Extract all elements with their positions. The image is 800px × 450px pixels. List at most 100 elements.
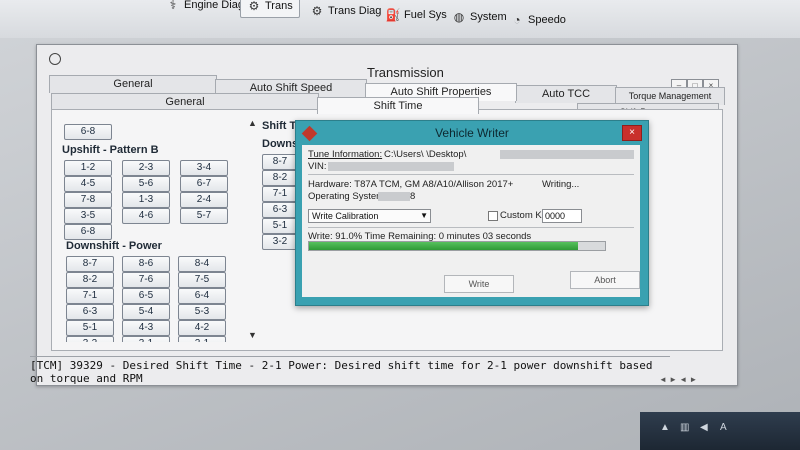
custom-key-checkbox[interactable]: [488, 211, 498, 221]
globe-icon: ◍: [453, 10, 465, 24]
downshift-power-button[interactable]: 8-6: [122, 256, 170, 272]
upshift-pattern-b-heading: Upshift - Pattern B: [62, 144, 159, 156]
divider: [308, 174, 634, 175]
shift-time-button[interactable]: 6-3: [262, 202, 298, 218]
shift-time-button[interactable]: 3-2: [262, 234, 298, 250]
downshift-power-button[interactable]: 3-1: [122, 336, 170, 342]
upshift-b-button[interactable]: 1-3: [122, 192, 170, 208]
shift-buttons-scroll-area: 6-8 Upshift - Pattern B 1-2 2-3 3-4 4-5 5-6 6…: [52, 110, 247, 342]
downshift-power-button[interactable]: 3-2: [66, 336, 114, 342]
dialog-body: Tune Information: C:\Users\ \Desktop\ VI…: [302, 145, 640, 297]
downshift-power-button[interactable]: 8-4: [178, 256, 226, 272]
write-mode-select[interactable]: Write Calibration ▼: [308, 209, 431, 223]
writing-status: Writing...: [542, 179, 580, 190]
redacted-path: [500, 150, 634, 159]
horizontal-scroll-controls[interactable]: ◄ ► ◄ ►: [659, 375, 697, 384]
vin-label: VIN:: [308, 161, 327, 172]
hardware-info: Hardware: T87A TCM, GM A8/A10/Allison 20…: [308, 179, 514, 190]
tab-general-sub[interactable]: General: [51, 93, 319, 110]
toolbar-speedo[interactable]: ◔ Speedo: [504, 9, 572, 31]
write-progress-bar: [308, 241, 606, 251]
downshift-power-button[interactable]: 7-1: [66, 288, 114, 304]
upshift-b-button[interactable]: 4-5: [64, 176, 112, 192]
scroll-down-arrow-icon[interactable]: ▼: [248, 330, 257, 340]
abort-button[interactable]: Abort: [570, 271, 640, 289]
main-toolbar: ⚕ Engine Diag ⚙ Trans ⚙ Trans Diag ⛽ Fue…: [0, 0, 800, 39]
speedometer-icon: ◔: [513, 13, 521, 27]
tab-shift-time[interactable]: Shift Time: [317, 97, 479, 114]
upshift-b-button[interactable]: 5-7: [180, 208, 228, 224]
shift-time-button[interactable]: 8-7: [262, 154, 298, 170]
language-icon[interactable]: A: [720, 422, 732, 434]
toolbar-engine-diag-label: Engine Diag: [184, 0, 244, 11]
toolbar-trans-diag[interactable]: ⚙ Trans Diag: [304, 0, 387, 22]
window-icon: [49, 53, 61, 65]
toolbar-fuel-sys-label: Fuel Sys: [404, 9, 447, 21]
toolbar-system-label: System: [470, 11, 507, 23]
tray-icon[interactable]: ▲: [660, 422, 672, 434]
upshift-b-button[interactable]: 5-6: [122, 176, 170, 192]
upshift-b-button[interactable]: 6-7: [180, 176, 228, 192]
toolbar-trans-diag-label: Trans Diag: [328, 5, 382, 17]
downshift-power-button[interactable]: 7-6: [122, 272, 170, 288]
redacted-vin: [328, 162, 454, 171]
custom-key-input[interactable]: 0000: [542, 209, 582, 223]
upshift-b-button[interactable]: 6-8: [64, 224, 112, 240]
window-title: Transmission: [367, 65, 444, 80]
downshift-power-button[interactable]: 8-2: [66, 272, 114, 288]
upshift-b-top-button[interactable]: 6-8: [64, 124, 112, 140]
divider: [308, 227, 634, 228]
network-icon[interactable]: ▥: [680, 422, 692, 434]
shift-time-button[interactable]: 5-1: [262, 218, 298, 234]
downshift-power-heading: Downshift - Power: [66, 240, 162, 252]
toolbar-system[interactable]: ◍ System: [446, 6, 513, 28]
downshift-power-button[interactable]: 6-5: [122, 288, 170, 304]
upshift-b-button[interactable]: 3-5: [64, 208, 112, 224]
shift-time-heading: Shift T: [262, 120, 297, 132]
downshift-power-button[interactable]: 5-3: [178, 304, 226, 320]
upshift-b-button[interactable]: 7-8: [64, 192, 112, 208]
status-description: [TCM] 39329 - Desired Shift Time - 2-1 P…: [30, 356, 670, 385]
vehicle-writer-dialog: Vehicle Writer × Tune Information: C:\Us…: [295, 120, 649, 306]
scroll-up-arrow-icon[interactable]: ▲: [248, 118, 257, 128]
write-mode-select-value: Write Calibration: [312, 211, 379, 221]
tab-general[interactable]: General: [49, 75, 217, 93]
downshift-power-button[interactable]: 5-4: [122, 304, 170, 320]
downshift-power-button[interactable]: 8-7: [66, 256, 114, 272]
toolbar-speedo-label: Speedo: [528, 14, 566, 26]
downshift-power-button[interactable]: 7-5: [178, 272, 226, 288]
downshift-power-button[interactable]: 4-3: [122, 320, 170, 336]
upshift-b-button[interactable]: 2-3: [122, 160, 170, 176]
taskbar: ▲ ▥ ◀ A: [640, 412, 800, 450]
os-value: 8: [410, 191, 416, 202]
toolbar-fuel-sys[interactable]: ⛽ Fuel Sys: [380, 4, 453, 26]
stethoscope-icon: ⚕: [169, 0, 177, 12]
downshift-heading: Downs: [262, 138, 299, 150]
shift-time-button[interactable]: 8-2: [262, 170, 298, 186]
downshift-power-button[interactable]: 6-4: [178, 288, 226, 304]
chevron-down-icon: ▼: [420, 211, 428, 220]
toolbar-trans[interactable]: ⚙ Trans: [240, 0, 300, 18]
upshift-b-button[interactable]: 3-4: [180, 160, 228, 176]
fuel-pump-icon: ⛽: [385, 8, 401, 22]
write-progress-fill: [309, 242, 579, 250]
dialog-title: Vehicle Writer: [435, 126, 509, 140]
upshift-b-button[interactable]: 1-2: [64, 160, 112, 176]
upshift-b-button[interactable]: 2-4: [180, 192, 228, 208]
tune-info-label: Tune Information:: [308, 149, 383, 160]
gear-icon: ⚙: [311, 4, 323, 18]
upshift-b-button[interactable]: 4-6: [122, 208, 170, 224]
downshift-power-button[interactable]: 2-1: [178, 336, 226, 342]
gear-icon: ⚙: [248, 0, 260, 13]
volume-icon[interactable]: ◀: [700, 422, 712, 434]
downshift-power-button[interactable]: 6-3: [66, 304, 114, 320]
tune-path: C:\Users\ \Desktop\: [384, 149, 467, 160]
downshift-power-button[interactable]: 5-1: [66, 320, 114, 336]
panel-vertical-scrollbar[interactable]: ▲ ▼: [248, 114, 260, 340]
shift-time-button[interactable]: 7-1: [262, 186, 298, 202]
write-button[interactable]: Write: [444, 275, 514, 293]
toolbar-engine-diag[interactable]: ⚕ Engine Diag: [160, 0, 250, 16]
tab-auto-tcc[interactable]: Auto TCC: [515, 85, 617, 103]
dialog-close-button[interactable]: ×: [622, 125, 642, 141]
downshift-power-button[interactable]: 4-2: [178, 320, 226, 336]
